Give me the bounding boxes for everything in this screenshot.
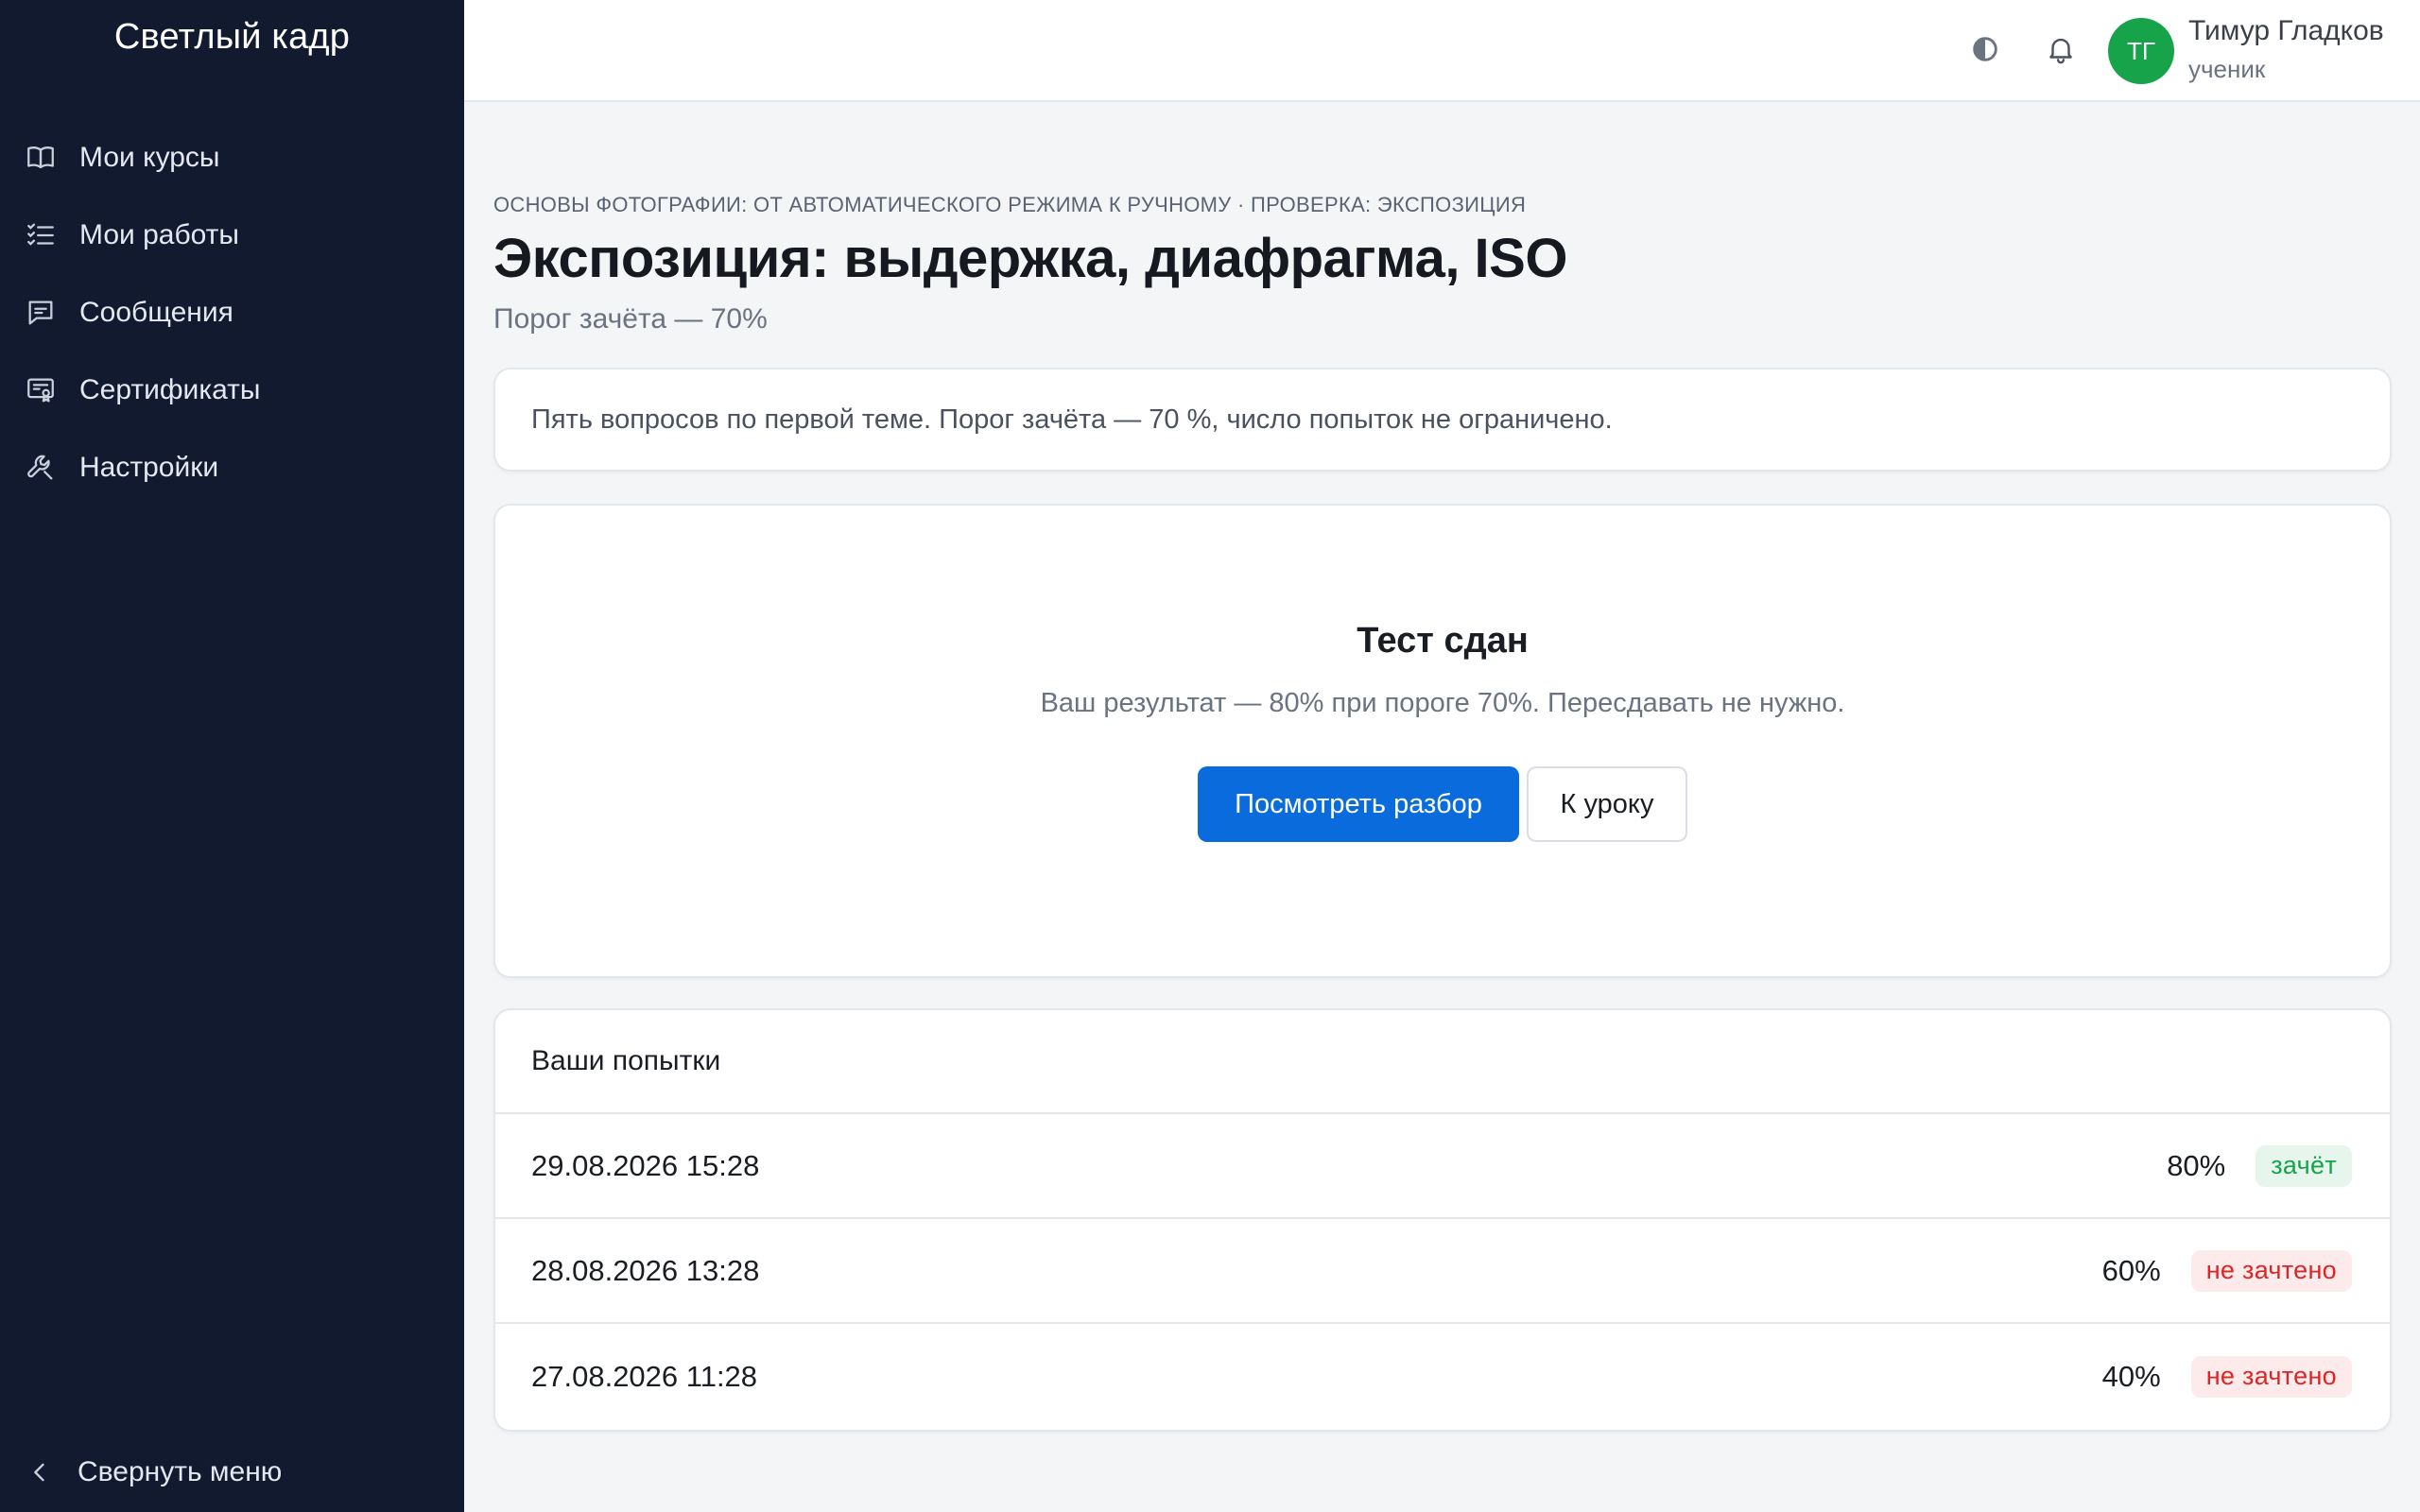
sidebar-item-messages[interactable]: Сообщения: [0, 274, 464, 352]
sidebar-item-settings[interactable]: Настройки: [0, 429, 464, 507]
message-icon: [28, 301, 53, 325]
notifications-button[interactable]: [2042, 30, 2080, 68]
sidebar-item-my-works[interactable]: Мои работы: [0, 197, 464, 274]
contrast-icon: [1973, 37, 1997, 61]
result-text: Ваш результат — 80% при пороге 70%. Пере…: [1040, 688, 1845, 718]
sidebar-nav: Мои курсы Мои работы Сообщения Сертифика…: [0, 119, 464, 507]
sidebar-item-label: Сертификаты: [79, 374, 261, 405]
brand-title: Светлый кадр: [113, 17, 351, 57]
user-name: Тимур Гладков: [2188, 15, 2384, 46]
checklist-icon: [27, 223, 54, 246]
result-card: Тест сдан Ваш результат — 80% при пороге…: [493, 504, 2392, 978]
attempt-date: 28.08.2026 13:28: [531, 1253, 760, 1287]
result-actions: Посмотреть разбор К уроку: [495, 766, 2390, 842]
attempts-card: Ваши попытки 29.08.2026 15:28 80% зачёт …: [493, 1008, 2392, 1432]
attempts-title: Ваши попытки: [495, 1010, 2390, 1114]
main-content: Основы фотографии: от автоматического ре…: [493, 102, 2392, 1432]
status-badge: зачёт: [2256, 1144, 2352, 1187]
collapse-menu-button[interactable]: Свернуть меню: [0, 1433, 464, 1512]
attempt-score: 80%: [2167, 1148, 2226, 1182]
test-description-card: Пять вопросов по первой теме. Порог зачё…: [493, 368, 2392, 472]
attempt-score: 60%: [2101, 1253, 2161, 1287]
attempt-row: 27.08.2026 11:28 40% не зачтено: [495, 1324, 2390, 1429]
collapse-menu-label: Свернуть меню: [78, 1456, 283, 1487]
to-lesson-button[interactable]: К уроку: [1527, 766, 1687, 842]
sidebar-item-certificates[interactable]: Сертификаты: [0, 352, 464, 429]
status-badge: не зачтено: [2190, 1249, 2352, 1292]
avatar[interactable]: ТГ: [2108, 18, 2174, 84]
view-review-button[interactable]: Посмотреть разбор: [1198, 766, 1519, 842]
wrench-icon: [27, 455, 53, 480]
breadcrumb: Основы фотографии: от автоматического ре…: [493, 193, 1527, 216]
sidebar-item-label: Мои работы: [79, 219, 239, 250]
page-title: Экспозиция: выдержка, диафрагма, ISO: [493, 228, 1567, 289]
bell-icon: [2049, 38, 2072, 64]
attempt-row: 29.08.2026 15:28 80% зачёт: [495, 1114, 2390, 1219]
attempt-date: 29.08.2026 15:28: [531, 1148, 760, 1182]
chevron-left-icon: [34, 1463, 44, 1482]
result-title: Тест сдан: [1357, 621, 1529, 661]
attempt-score: 40%: [2101, 1359, 2161, 1393]
topbar: ТГ Тимур Гладков ученик: [464, 0, 2420, 102]
status-badge: не зачтено: [2190, 1355, 2352, 1398]
user-role: ученик: [2188, 55, 2266, 83]
pass-threshold-subtitle: Порог зачёта — 70%: [493, 303, 768, 335]
attempt-date: 27.08.2026 11:28: [531, 1359, 758, 1393]
book-icon: [27, 146, 54, 169]
sidebar-item-label: Мои курсы: [79, 142, 220, 173]
sidebar-item-label: Сообщения: [79, 297, 233, 328]
sidebar: Светлый кадр Мои курсы Мои работы Сообще…: [0, 0, 464, 1512]
certificate-icon: [27, 378, 54, 403]
theme-toggle-button[interactable]: [1966, 30, 2004, 68]
attempt-row: 28.08.2026 13:28 60% не зачтено: [495, 1219, 2390, 1324]
sidebar-item-label: Настройки: [79, 452, 219, 483]
sidebar-item-my-courses[interactable]: Мои курсы: [0, 119, 464, 197]
test-description: Пять вопросов по первой теме. Порог зачё…: [531, 404, 1613, 435]
